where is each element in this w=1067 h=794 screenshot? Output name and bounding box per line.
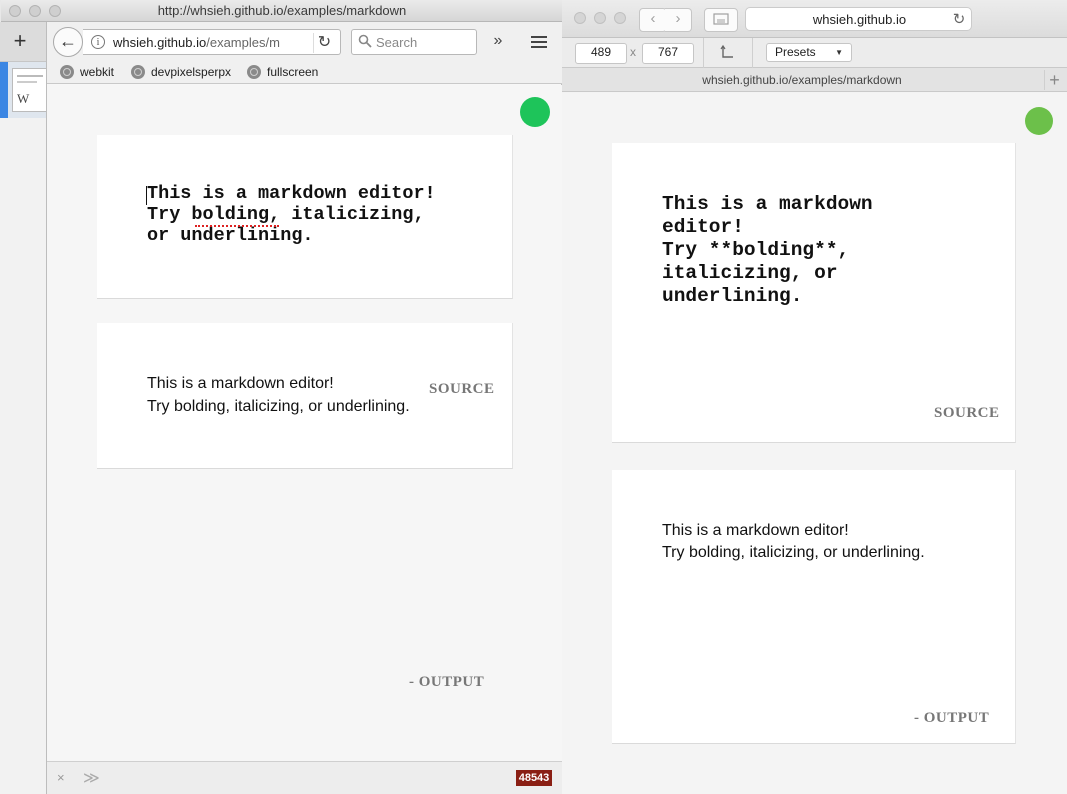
search-box[interactable] [351, 29, 477, 55]
source-toggle-button[interactable]: SOURCE [429, 381, 495, 398]
text-caret [146, 186, 147, 205]
source-editor[interactable]: This is a markdown editor! Try **bolding… [662, 193, 992, 308]
close-icon[interactable]: × [57, 770, 71, 786]
url-bar[interactable]: i whsieh.github.io/examples/m ↻ [83, 29, 341, 55]
window-title: http://whsieh.github.io/examples/markdow… [157, 3, 407, 18]
presets-dropdown[interactable]: Presets ▼ [766, 43, 852, 62]
back-arrow-icon[interactable]: ← [53, 27, 83, 57]
spellcheck-underline [195, 225, 279, 227]
times-separator: x [630, 45, 636, 59]
reload-icon[interactable]: ↻ [950, 11, 968, 29]
output-line: This is a markdown editor! [147, 375, 334, 392]
bottom-bar: × ≫ 48543 [47, 761, 563, 794]
output-toggle-button[interactable]: - OUTPUT [914, 710, 989, 727]
source-editor[interactable]: This is a markdown editor! Try bolding, … [147, 183, 477, 246]
back-arrow-icon[interactable]: ‹ [639, 8, 667, 32]
selected-tab-indicator [0, 62, 8, 118]
navigation-toolbar: i whsieh.github.io/examples/m ↻ ← » [47, 22, 563, 60]
devtools-icon[interactable]: ≫ [83, 768, 101, 787]
firefox-title-bar: http://whsieh.github.io/examples/markdow… [1, 0, 563, 22]
zoom-window-button[interactable] [614, 12, 626, 24]
output-line: Try bolding, italicizing, or underlining… [662, 544, 925, 561]
counter-badge: 48543 [516, 770, 552, 786]
safari-toolbar: ‹ › whsieh.github.io ↻ [562, 0, 1067, 38]
bookmark-fullscreen[interactable]: fullscreen [247, 63, 318, 81]
forward-arrow-icon[interactable]: › [665, 8, 692, 32]
tab-title[interactable]: whsieh.github.io/examples/markdown [562, 73, 1042, 87]
page-content: This is a markdown editor! Try **bolding… [562, 93, 1067, 794]
bookmark-devpixelsperpx[interactable]: devpixelsperpx [131, 63, 231, 81]
url-path: /examples/m [206, 35, 280, 50]
output-card: This is a markdown editor! Try bolding, … [612, 470, 1016, 744]
presets-label: Presets [775, 45, 816, 59]
viewport-height-field[interactable]: 767 [642, 43, 694, 64]
output-toggle-button[interactable]: - OUTPUT [409, 674, 484, 691]
source-editor-card[interactable]: This is a markdown editor! Try bolding, … [97, 135, 513, 299]
bookmark-label: devpixelsperpx [151, 65, 232, 79]
responsive-design-toolbar: 489 x 767 Presets ▼ [562, 38, 1067, 68]
status-dot[interactable] [520, 97, 550, 127]
minimize-window-button[interactable] [594, 12, 606, 24]
tab-thumbnail[interactable]: W [12, 68, 48, 112]
output-card: This is a markdown editor! Try bolding, … [97, 323, 513, 469]
globe-icon [247, 65, 261, 79]
address-bar[interactable]: whsieh.github.io ↻ [745, 7, 972, 31]
close-window-button[interactable] [574, 12, 586, 24]
safari-window: ‹ › whsieh.github.io ↻ 489 x 767 Presets… [562, 0, 1067, 794]
divider [703, 38, 704, 68]
new-tab-button[interactable]: + [8, 30, 32, 54]
globe-icon [60, 65, 74, 79]
bookmark-label: webkit [80, 65, 115, 79]
sidebar-icon[interactable] [704, 8, 738, 32]
divider [752, 38, 753, 68]
tab-bar: whsieh.github.io/examples/markdown + [562, 68, 1067, 92]
search-input[interactable] [376, 33, 472, 51]
info-icon[interactable]: i [91, 35, 105, 49]
firefox-window: http://whsieh.github.io/examples/markdow… [1, 0, 563, 794]
address-text[interactable]: whsieh.github.io [746, 12, 973, 27]
status-dot[interactable] [1025, 107, 1053, 135]
background-browser-window: + W [0, 0, 48, 794]
url-host: whsieh.github.io [113, 35, 207, 50]
output-line: This is a markdown editor! [662, 522, 849, 539]
globe-icon [131, 65, 145, 79]
hamburger-menu-icon[interactable] [527, 31, 553, 53]
wikipedia-icon: W [17, 91, 30, 106]
reload-icon[interactable]: ↻ [313, 33, 335, 53]
output-line: Try bolding, italicizing, or underlining… [147, 398, 410, 415]
overflow-chevron-icon[interactable]: » [487, 31, 509, 51]
source-toggle-button[interactable]: SOURCE [934, 405, 1000, 422]
bookmark-webkit[interactable]: webkit [60, 63, 114, 81]
search-icon [358, 34, 374, 50]
url-text[interactable]: whsieh.github.io/examples/m [113, 35, 303, 50]
bookmark-label: fullscreen [267, 65, 319, 79]
viewport-width-field[interactable]: 489 [575, 43, 627, 64]
background-window-content [0, 118, 46, 794]
page-content: This is a markdown editor! Try bolding, … [47, 85, 563, 761]
dropdown-arrow-icon: ▼ [835, 48, 843, 57]
source-editor-card[interactable]: This is a markdown editor! Try **bolding… [612, 143, 1016, 443]
rotate-icon[interactable] [720, 44, 738, 62]
bookmarks-toolbar: webkit devpixelsperpx fullscreen [47, 60, 563, 84]
new-tab-button[interactable]: + [1044, 70, 1064, 90]
